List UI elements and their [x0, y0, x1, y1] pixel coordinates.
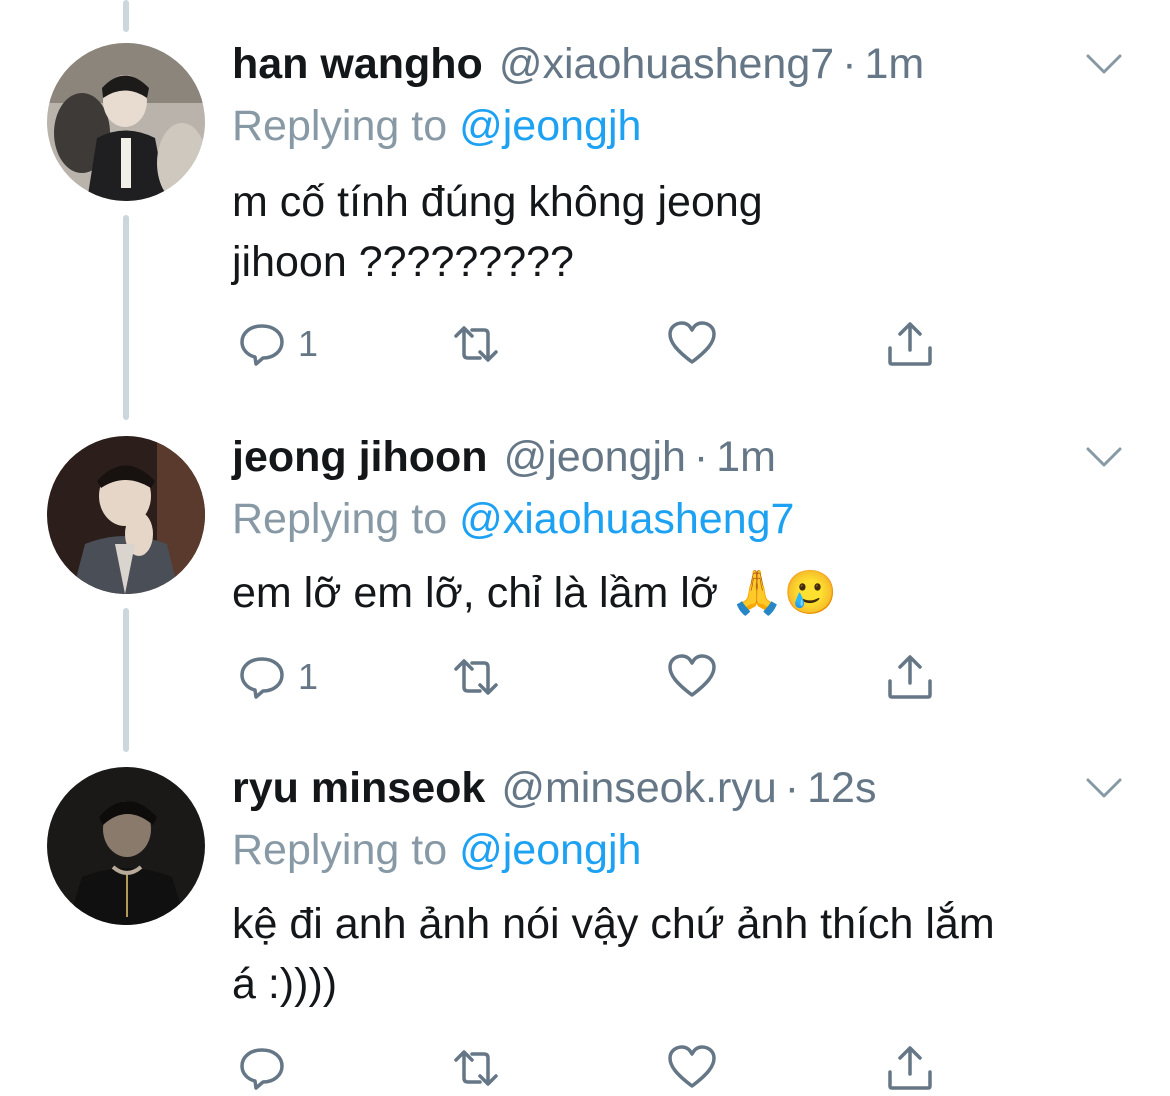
avatar-image: [47, 43, 205, 201]
share-button[interactable]: [884, 651, 936, 703]
separator-dot: ·: [842, 40, 857, 88]
action-bar: 1: [232, 318, 952, 370]
author-name[interactable]: ryu minseok: [232, 764, 485, 813]
chevron-down-icon[interactable]: [1084, 445, 1124, 469]
tweet-text-line: m cố tính đúng không jeong: [232, 178, 763, 226]
like-icon: [668, 654, 716, 697]
author-name[interactable]: jeong jihoon: [232, 433, 488, 482]
share-icon: [888, 322, 932, 366]
reply-button[interactable]: 1: [236, 318, 318, 370]
retweet-icon: [454, 1050, 498, 1086]
tweet-text-line: em lỡ em lỡ, chỉ là lầm lỡ 🙏🥲: [232, 569, 838, 617]
avatar[interactable]: [47, 767, 205, 925]
tweet[interactable]: ryu minseok @minseok.ryu · 12s Replying …: [0, 764, 1170, 1096]
retweet-icon: [454, 659, 498, 695]
replying-to: Replying to @jeongjh: [232, 102, 641, 151]
avatar-image: [47, 436, 205, 594]
retweet-button[interactable]: [450, 318, 502, 370]
mention-link[interactable]: @xiaohuasheng7: [459, 495, 794, 543]
author-handle[interactable]: @jeongjh: [504, 433, 686, 482]
timestamp[interactable]: 12s: [807, 764, 876, 813]
action-bar: [232, 1042, 952, 1094]
tweet[interactable]: jeong jihoon @jeongjh · 1m Replying to @…: [0, 433, 1170, 733]
reply-icon: [240, 324, 284, 366]
like-icon: [668, 1045, 716, 1088]
tweet-text-line: á :)))): [232, 960, 338, 1008]
timestamp[interactable]: 1m: [716, 433, 776, 482]
reply-count: 1: [298, 656, 319, 697]
mention-link[interactable]: @jeongjh: [459, 102, 641, 150]
replying-prefix: Replying to: [232, 102, 448, 150]
author-handle[interactable]: @minseok.ryu: [501, 764, 776, 813]
avatar[interactable]: [47, 436, 205, 594]
reply-button[interactable]: [236, 1042, 298, 1094]
like-button[interactable]: [666, 1042, 718, 1094]
tweet-text: kệ đi anh ảnh nói vậy chứ ảnh thích lắm …: [232, 894, 995, 1014]
avatar-image: [47, 767, 205, 925]
reply-icon: [240, 1048, 284, 1090]
tweet-text-line: jihoon ?????????: [232, 238, 574, 286]
tweet-text: m cố tính đúng không jeong jihoon ??????…: [232, 172, 763, 292]
avatar[interactable]: [47, 43, 205, 201]
separator-dot: ·: [784, 764, 800, 812]
like-button[interactable]: [666, 651, 718, 703]
tweet-text: em lỡ em lỡ, chỉ là lầm lỡ 🙏🥲: [232, 563, 837, 623]
replying-to: Replying to @xiaohuasheng7: [232, 495, 794, 544]
tweet-text-line: kệ đi anh ảnh nói vậy chứ ảnh thích lắm: [232, 900, 995, 948]
replying-to: Replying to @jeongjh: [232, 826, 641, 875]
author-name[interactable]: han wangho: [232, 40, 483, 89]
timestamp[interactable]: 1m: [865, 40, 925, 89]
share-button[interactable]: [884, 1042, 936, 1094]
reply-count: 1: [298, 323, 319, 364]
share-button[interactable]: [884, 318, 936, 370]
like-icon: [668, 321, 716, 364]
share-icon: [888, 655, 932, 699]
chevron-down-icon[interactable]: [1084, 776, 1124, 800]
share-icon: [888, 1046, 932, 1090]
replying-prefix: Replying to: [232, 495, 448, 543]
mention-link[interactable]: @jeongjh: [459, 826, 641, 874]
replying-prefix: Replying to: [232, 826, 448, 874]
tweet[interactable]: han wangho @xiaohuasheng7 · 1m Replying …: [0, 40, 1170, 390]
like-button[interactable]: [666, 318, 718, 370]
reply-icon: [240, 657, 284, 699]
action-bar: 1: [232, 651, 952, 703]
separator-dot: ·: [693, 433, 709, 481]
retweet-button[interactable]: [450, 651, 502, 703]
thread-line: [123, 0, 129, 32]
retweet-icon: [454, 326, 498, 362]
author-handle[interactable]: @xiaohuasheng7: [499, 40, 834, 89]
reply-button[interactable]: 1: [236, 651, 318, 703]
retweet-button[interactable]: [450, 1042, 502, 1094]
chevron-down-icon[interactable]: [1084, 52, 1124, 76]
